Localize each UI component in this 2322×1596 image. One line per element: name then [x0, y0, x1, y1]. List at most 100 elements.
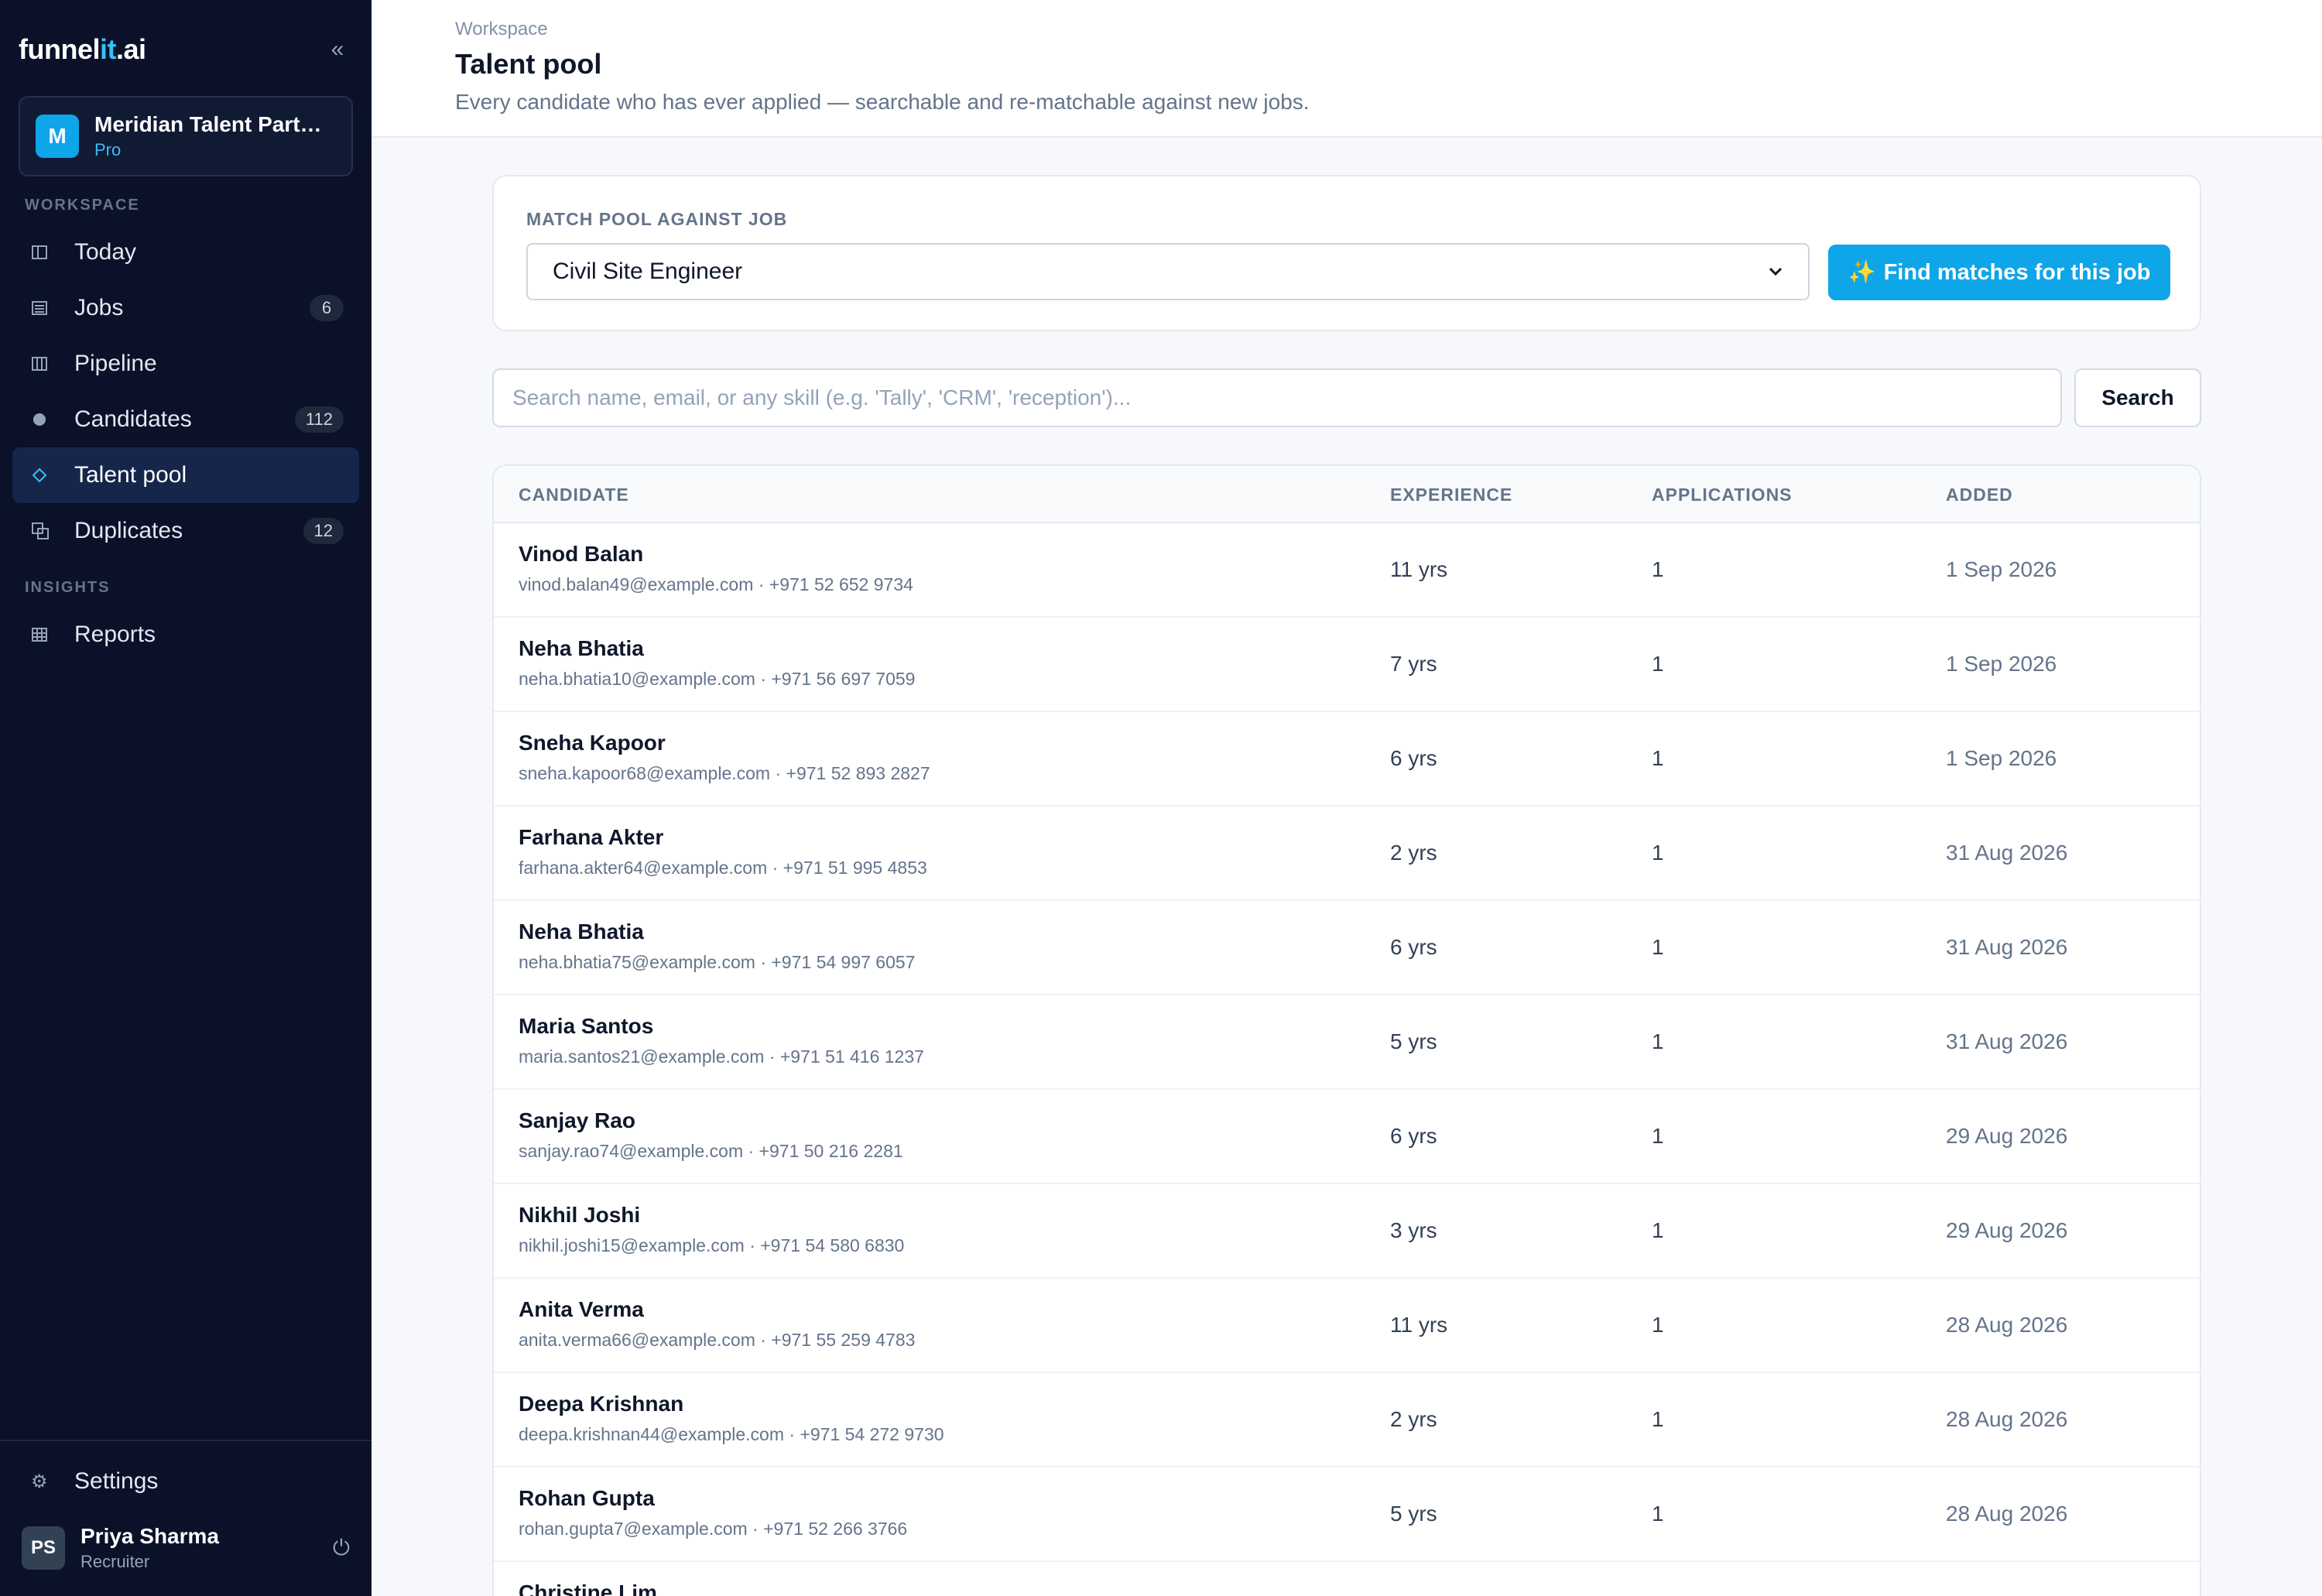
candidate-experience: 11 yrs [1390, 1313, 1448, 1337]
org-name: Meridian Talent Partners [94, 112, 334, 136]
breadcrumb[interactable]: Workspace [455, 19, 548, 40]
table-row[interactable]: Deepa Krishnan deepa.krishnan44@example.… [494, 1373, 2200, 1468]
table-row[interactable]: Nikhil Joshi nikhil.joshi15@example.com … [494, 1184, 2200, 1279]
column-header-experience[interactable]: EXPERIENCE [1390, 485, 1512, 505]
user-profile[interactable]: PS Priya Sharma Recruiter ⏻ [22, 1523, 350, 1573]
candidate-name[interactable]: Vinod Balan [519, 542, 643, 567]
candidate-name[interactable]: Neha Bhatia [519, 920, 644, 944]
candidate-added-date: 28 Aug 2026 [1946, 1313, 2068, 1337]
table-header: CANDIDATE EXPERIENCE APPLICATIONS ADDED [494, 466, 2200, 523]
candidate-experience: 2 yrs [1390, 1407, 1437, 1431]
table-row[interactable]: Neha Bhatia neha.bhatia75@example.com · … [494, 901, 2200, 995]
table-row[interactable]: Sanjay Rao sanjay.rao74@example.com · +9… [494, 1090, 2200, 1184]
candidate-name[interactable]: Rohan Gupta [519, 1486, 655, 1511]
sidebar-item-label: Pipeline [74, 351, 157, 376]
candidates-count-badge: 112 [294, 406, 344, 433]
sidebar: funnelit.ai « M Meridian Talent Partners… [0, 0, 372, 1596]
candidate-contact: deepa.krishnan44@example.com · +971 54 2… [519, 1424, 944, 1444]
copy-icon [31, 522, 74, 540]
table-row[interactable]: Neha Bhatia neha.bhatia10@example.com · … [494, 618, 2200, 712]
candidate-experience: 6 yrs [1390, 746, 1437, 770]
candidate-contact: anita.verma66@example.com · +971 55 259 … [519, 1330, 916, 1350]
search-button[interactable]: Search [2074, 368, 2201, 427]
gear-icon: ⚙ [31, 1471, 48, 1492]
candidate-applications: 1 [1652, 746, 1664, 770]
sidebar-divider [0, 1440, 372, 1441]
org-switcher[interactable]: M Meridian Talent Partners Pro [19, 96, 353, 176]
candidate-experience: 5 yrs [1390, 1502, 1437, 1526]
sidebar-item-pipeline[interactable]: Pipeline [12, 336, 359, 392]
candidate-contact: farhana.akter64@example.com · +971 51 99… [519, 858, 927, 878]
find-matches-button[interactable]: ✨ Find matches for this job [1828, 245, 2170, 300]
candidate-name[interactable]: Sneha Kapoor [519, 731, 666, 755]
search-input[interactable]: Search name, email, or any skill (e.g. '… [492, 368, 2062, 427]
column-header-applications[interactable]: APPLICATIONS [1652, 485, 1793, 505]
sidebar-item-candidates[interactable]: Candidates 112 [12, 392, 359, 447]
table-row[interactable]: Rohan Gupta rohan.gupta7@example.com · +… [494, 1468, 2200, 1562]
sidebar-item-settings[interactable]: ⚙ Settings [12, 1454, 359, 1509]
candidate-added-date: 1 Sep 2026 [1946, 746, 2057, 770]
layout-icon [31, 244, 74, 261]
candidate-experience: 2 yrs [1390, 841, 1437, 865]
sidebar-item-reports[interactable]: Reports [12, 607, 359, 663]
candidate-contact: maria.santos21@example.com · +971 51 416… [519, 1046, 924, 1067]
candidate-added-date: 28 Aug 2026 [1946, 1407, 2068, 1431]
candidate-contact: sneha.kapoor68@example.com · +971 52 893… [519, 763, 930, 783]
match-pool-label: MATCH POOL AGAINST JOB [526, 209, 788, 229]
candidate-applications: 1 [1652, 1313, 1664, 1337]
candidate-name[interactable]: Neha Bhatia [519, 636, 644, 661]
job-select[interactable]: Civil Site Engineer [526, 243, 1810, 300]
candidate-applications: 1 [1652, 1218, 1664, 1242]
sidebar-item-today[interactable]: Today [12, 224, 359, 280]
candidate-applications: 1 [1652, 935, 1664, 959]
candidate-experience: 3 yrs [1390, 1218, 1437, 1242]
candidate-applications: 1 [1652, 1407, 1664, 1431]
candidate-added-date: 31 Aug 2026 [1946, 1029, 2068, 1053]
table-row[interactable]: Sneha Kapoor sneha.kapoor68@example.com … [494, 712, 2200, 807]
column-header-candidate[interactable]: CANDIDATE [519, 485, 629, 505]
sidebar-item-label: Today [74, 239, 137, 265]
candidate-name[interactable]: Christine Lim [519, 1581, 657, 1596]
candidate-name[interactable]: Farhana Akter [519, 825, 663, 850]
candidate-name[interactable]: Sanjay Rao [519, 1108, 635, 1133]
candidate-applications: 1 [1652, 652, 1664, 676]
candidate-name[interactable]: Nikhil Joshi [519, 1203, 640, 1228]
org-avatar: M [36, 115, 79, 158]
logo-row: funnelit.ai « [19, 31, 353, 68]
page-subtitle: Every candidate who has ever applied — s… [455, 90, 1310, 114]
sidebar-item-duplicates[interactable]: Duplicates 12 [12, 503, 359, 559]
candidate-experience: 5 yrs [1390, 1029, 1437, 1053]
sidebar-item-jobs[interactable]: Jobs 6 [12, 280, 359, 336]
candidate-name[interactable]: Deepa Krishnan [519, 1392, 683, 1416]
collapse-sidebar-icon[interactable]: « [322, 36, 353, 63]
section-insights: INSIGHTS [25, 579, 111, 596]
brand-logo[interactable]: funnelit.ai [19, 33, 146, 66]
candidate-experience: 7 yrs [1390, 652, 1437, 676]
table-row[interactable]: Vinod Balan vinod.balan49@example.com · … [494, 523, 2200, 618]
candidate-added-date: 1 Sep 2026 [1946, 557, 2057, 581]
avatar: PS [22, 1526, 65, 1570]
candidate-name[interactable]: Maria Santos [519, 1014, 653, 1039]
candidates-table: CANDIDATE EXPERIENCE APPLICATIONS ADDED … [492, 464, 2201, 1596]
candidate-contact: sanjay.rao74@example.com · +971 50 216 2… [519, 1141, 903, 1161]
table-row[interactable]: Anita Verma anita.verma66@example.com · … [494, 1279, 2200, 1373]
dot-icon [31, 411, 74, 428]
search-placeholder: Search name, email, or any skill (e.g. '… [512, 385, 1132, 409]
columns-icon [31, 355, 74, 372]
power-icon[interactable]: ⏻ [333, 1536, 350, 1561]
candidate-experience: 11 yrs [1390, 557, 1448, 581]
table-row[interactable]: Christine Lim [494, 1562, 2200, 1596]
sidebar-item-label: Jobs [74, 295, 124, 320]
sidebar-item-talent-pool[interactable]: Talent pool [12, 447, 359, 503]
candidate-added-date: 1 Sep 2026 [1946, 652, 2057, 676]
column-header-added[interactable]: ADDED [1946, 485, 2013, 505]
candidate-contact: rohan.gupta7@example.com · +971 52 266 3… [519, 1519, 908, 1539]
table-row[interactable]: Farhana Akter farhana.akter64@example.co… [494, 807, 2200, 901]
candidate-applications: 1 [1652, 1124, 1664, 1148]
jobs-count-badge: 6 [310, 295, 344, 321]
sidebar-item-label: Talent pool [74, 462, 187, 488]
candidate-name[interactable]: Anita Verma [519, 1297, 644, 1322]
table-row[interactable]: Maria Santos maria.santos21@example.com … [494, 995, 2200, 1090]
section-workspace: WORKSPACE [25, 197, 140, 214]
sidebar-item-label: Settings [74, 1468, 159, 1494]
